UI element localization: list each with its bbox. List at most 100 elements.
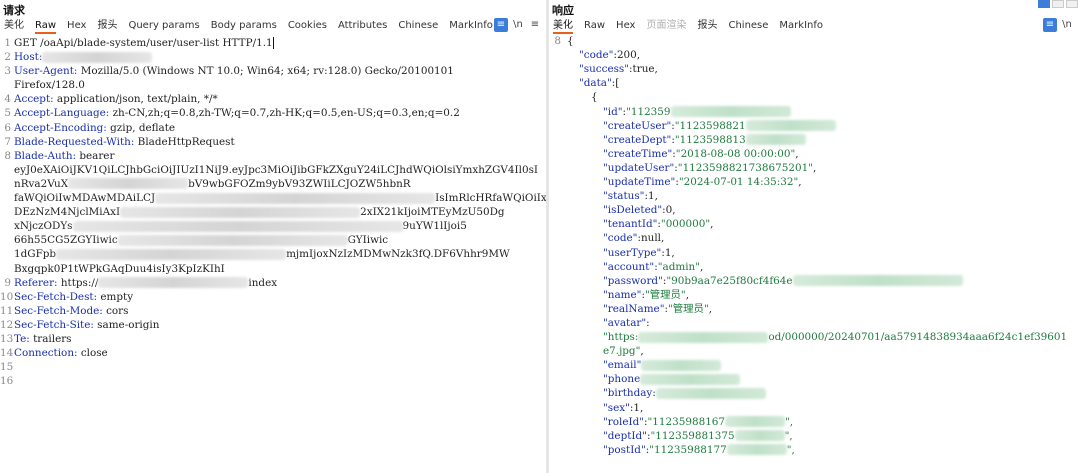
- newline-icon[interactable]: \n: [511, 18, 525, 32]
- request-tab[interactable]: Attributes: [338, 18, 387, 34]
- json-punct: :1,: [629, 401, 644, 414]
- json-key: "deptId": [603, 429, 647, 442]
- line-number: [549, 401, 563, 415]
- response-line: "createUser":"1123598821: [549, 119, 1080, 133]
- request-line: 5 Accept-Language: zh-CN,zh;q=0.8,zh-TW;q…: [0, 106, 546, 120]
- header-name: Sec-Fetch-Mode:: [14, 304, 103, 317]
- request-text: 66h55CG5ZGYIiwic: [14, 234, 118, 247]
- request-line-text: Sec-Fetch-Dest: empty: [13, 290, 133, 304]
- response-line: "sex":1,: [549, 401, 1080, 415]
- line-number: 13: [0, 332, 14, 345]
- wrap-icon[interactable]: ≡: [494, 18, 508, 32]
- response-line: "deptId":"112359881375 ",: [549, 429, 1080, 443]
- line-number: 3: [4, 65, 11, 78]
- layout-grid-icon[interactable]: [1066, 0, 1078, 8]
- request-tab[interactable]: Body params: [211, 18, 277, 34]
- response-line: "https: od/000000/20240701/aa57914838934a…: [549, 330, 1080, 344]
- request-line: 12 Sec-Fetch-Site: same-origin: [0, 318, 546, 332]
- response-line-text: "isDeleted":0,: [563, 203, 676, 217]
- response-line: "email": [549, 358, 1080, 372]
- json-punct: :: [646, 316, 650, 329]
- response-line: "status":1,: [549, 189, 1080, 203]
- line-number: [0, 233, 13, 247]
- json-key: "status": [603, 190, 645, 203]
- response-line-text: "password":"90b9aa7e25f80cf4f64e: [563, 274, 963, 288]
- response-editor[interactable]: 7 8{"code":200, "success":true, "data":[{"i…: [549, 20, 1080, 473]
- json-punct: ,: [798, 176, 802, 189]
- json-string: "2024-07-01 14:35:32": [678, 176, 799, 189]
- header-name: Accept-Language:: [14, 107, 110, 120]
- json-punct: ,: [795, 147, 799, 160]
- menu-icon[interactable]: ≡: [528, 18, 542, 32]
- line-number: [549, 119, 563, 133]
- json-key: "createTime": [603, 147, 673, 160]
- redacted-region: [726, 444, 787, 456]
- header-name: Sec-Fetch-Site:: [14, 318, 94, 331]
- request-editor[interactable]: 1 GET /oaApi/blade-system/user/user-list …: [0, 36, 546, 473]
- layout-list-icon[interactable]: [1052, 0, 1064, 8]
- request-text: xNjczODYs: [14, 220, 73, 233]
- line-number: [549, 161, 563, 175]
- request-tab[interactable]: MarkInfo: [449, 18, 493, 34]
- line-number: 14: [0, 347, 14, 360]
- request-line: 16: [0, 374, 546, 388]
- response-line-text: "tenantId":"000000",: [563, 217, 713, 231]
- json-key: "updateUser": [603, 161, 675, 174]
- request-line: DEzNzM4NjclMiAxI 2xIX21kIjoiMTEyMzU50Dg: [0, 205, 546, 219]
- json-punct: ,: [708, 302, 713, 315]
- json-punct: :1,: [644, 190, 658, 203]
- request-tab[interactable]: 美化: [4, 18, 24, 34]
- json-string: "1123598821738675201": [677, 161, 813, 174]
- request-line: nRva2VuX bV9wbGFOZm9ybV93ZWIiLCJOZW5hbnR: [0, 177, 546, 191]
- header-value: bearer: [76, 149, 115, 162]
- response-line-text: "createTime":"2018-08-08 00:00:00",: [563, 147, 799, 161]
- response-line: "code":null,: [549, 231, 1080, 245]
- header-name: Te:: [14, 332, 30, 345]
- request-line: 15: [0, 360, 546, 374]
- json-key: "success": [579, 63, 630, 76]
- line-number: 7: [4, 135, 11, 148]
- line-number: [0, 262, 13, 276]
- json-string: "admin": [657, 260, 701, 273]
- json-punct: ,: [812, 161, 817, 174]
- request-line-text: Sec-Fetch-Mode: cors: [13, 304, 128, 318]
- header-name: Sec-Fetch-Dest:: [14, 290, 98, 303]
- response-line: "userType":1,: [549, 246, 1080, 260]
- header-name: Connection:: [14, 347, 78, 360]
- request-tab[interactable]: 报头: [97, 18, 117, 34]
- request-line: 14 Connection: close: [0, 346, 546, 360]
- line-number: 5: [4, 107, 11, 120]
- response-line-text: "code":null,: [563, 231, 664, 245]
- json-key: "createUser": [603, 119, 672, 132]
- line-number: [549, 231, 563, 245]
- request-line: 10 Sec-Fetch-Dest: empty: [0, 290, 546, 304]
- request-line-text: faWQiOiIwMDAwMDAiLCJ IsImRlcHRfaWQiOiIxMT…: [13, 191, 546, 205]
- response-line: "phone: [549, 372, 1080, 386]
- header-value: application/json, text/plain, */*: [53, 93, 218, 106]
- line-number: [549, 189, 563, 203]
- request-tab[interactable]: Cookies: [288, 18, 327, 34]
- json-key: "name": [603, 288, 642, 301]
- request-line-text: Referer: https:// index: [13, 276, 277, 290]
- redacted-region: [641, 359, 722, 371]
- redacted-region: [670, 106, 791, 118]
- layout-split-icon[interactable]: [1038, 0, 1050, 8]
- request-line-text: xNjczODYs 9uYW1lIjoi5: [13, 219, 467, 233]
- response-line-text: e7.jpg",: [563, 344, 644, 358]
- response-line-text: {: [563, 34, 574, 48]
- header-value: https://: [57, 276, 99, 289]
- json-string: "112359: [626, 105, 671, 118]
- response-line-text: "id":"112359: [563, 105, 791, 119]
- header-name: Accept:: [14, 93, 54, 106]
- request-tab[interactable]: Hex: [67, 18, 86, 34]
- line-number: [549, 330, 563, 344]
- response-line-text: "sex":1,: [563, 401, 643, 415]
- request-tab[interactable]: Chinese: [398, 18, 438, 34]
- request-line: 1dGFpb mjmIjoxNzIzMDMwNzk3fQ.DF6Vhhr9MW: [0, 247, 546, 261]
- request-tab[interactable]: Raw: [35, 18, 57, 34]
- response-line-text: "createUser":"1123598821: [563, 119, 836, 133]
- line-number: 12: [0, 318, 14, 331]
- line-number: 1: [4, 37, 11, 49]
- line-number: [0, 205, 13, 219]
- request-tab[interactable]: Query params: [128, 18, 199, 34]
